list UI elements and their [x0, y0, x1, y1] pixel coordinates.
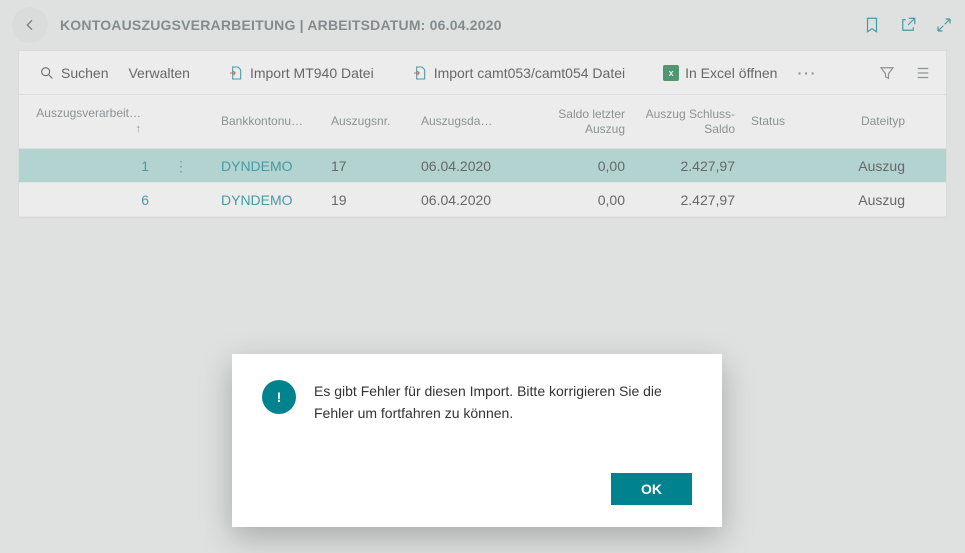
ok-button[interactable]: OK — [611, 473, 692, 505]
import-camt-action[interactable]: Import camt053/camt054 Datei — [406, 61, 631, 85]
row-nr: 19 — [323, 192, 413, 208]
table-row[interactable]: 6 DYNDEMO 19 06.04.2020 0,00 2.427,97 Au… — [19, 183, 946, 217]
row-actions-icon[interactable]: ⋮ — [149, 159, 213, 173]
row-date: 06.04.2020 — [413, 192, 523, 208]
manage-action[interactable]: Verwalten — [122, 61, 195, 85]
col-saldo-prev[interactable]: Saldo letzter Auszug — [523, 101, 633, 143]
row-date: 06.04.2020 — [413, 158, 523, 174]
open-excel-label: In Excel öffnen — [685, 65, 777, 81]
import-mt940-action[interactable]: Import MT940 Datei — [222, 61, 380, 85]
import-camt-label: Import camt053/camt054 Datei — [434, 65, 625, 81]
row-bank[interactable]: DYNDEMO — [213, 192, 323, 208]
row-saldo-prev: 0,00 — [523, 192, 633, 208]
row-id[interactable]: 6 — [19, 192, 149, 208]
col-auszugsverarbeit[interactable]: Auszugsverarbeit… ↑ — [19, 100, 149, 143]
file-import-icon — [228, 65, 244, 81]
file-import-icon — [412, 65, 428, 81]
col-status[interactable]: Status — [743, 108, 813, 135]
search-label: Suchen — [61, 65, 108, 81]
manage-label: Verwalten — [128, 65, 189, 81]
col-dateityp[interactable]: Dateityp — [813, 108, 913, 135]
table-row[interactable]: 1 ⋮ DYNDEMO 17 06.04.2020 0,00 2.427,97 … — [19, 149, 946, 183]
data-grid: Auszugsverarbeit… ↑ Bankkontonu… Auszugs… — [19, 95, 946, 217]
sort-asc-icon: ↑ — [27, 123, 141, 137]
page-header: KONTOAUSZUGSVERARBEITUNG | ARBEITSDATUM:… — [0, 0, 965, 50]
col-bankkonto[interactable]: Bankkontonu… — [213, 108, 323, 135]
row-bank[interactable]: DYNDEMO — [213, 158, 323, 174]
col-saldo-close[interactable]: Auszug Schluss-Saldo — [633, 101, 743, 143]
toolbar-right — [878, 64, 932, 82]
content-card: Suchen Verwalten Import MT940 Datei Impo… — [18, 50, 947, 218]
page-title: KONTOAUSZUGSVERARBEITUNG | ARBEITSDATUM:… — [60, 17, 502, 33]
error-dialog: ! Es gibt Fehler für diesen Import. Bitt… — [232, 354, 722, 527]
search-action[interactable]: Suchen — [33, 61, 114, 85]
list-view-icon[interactable] — [914, 64, 932, 82]
col-auszugsdatum[interactable]: Auszugsda… — [413, 108, 523, 135]
expand-icon[interactable] — [935, 16, 953, 34]
dialog-message: Es gibt Fehler für diesen Import. Bitte … — [314, 380, 692, 425]
row-saldo-close: 2.427,97 — [633, 158, 743, 174]
alert-icon: ! — [262, 380, 296, 414]
row-type: Auszug — [813, 158, 913, 174]
search-icon — [39, 65, 55, 81]
row-type: Auszug — [813, 192, 913, 208]
excel-icon: x — [663, 65, 679, 81]
back-button[interactable] — [12, 7, 48, 43]
more-actions[interactable]: ··· — [791, 65, 823, 81]
row-id[interactable]: 1 — [19, 158, 149, 174]
grid-header: Auszugsverarbeit… ↑ Bankkontonu… Auszugs… — [19, 95, 946, 149]
arrow-left-icon — [22, 17, 38, 33]
header-actions — [863, 16, 953, 34]
row-nr: 17 — [323, 158, 413, 174]
import-mt940-label: Import MT940 Datei — [250, 65, 374, 81]
open-excel-action[interactable]: x In Excel öffnen — [657, 61, 783, 85]
row-saldo-close: 2.427,97 — [633, 192, 743, 208]
page-root: KONTOAUSZUGSVERARBEITUNG | ARBEITSDATUM:… — [0, 0, 965, 553]
row-saldo-prev: 0,00 — [523, 158, 633, 174]
bookmark-icon[interactable] — [863, 16, 881, 34]
col-auszugsnr[interactable]: Auszugsnr. — [323, 108, 413, 135]
filter-icon[interactable] — [878, 64, 896, 82]
toolbar: Suchen Verwalten Import MT940 Datei Impo… — [19, 51, 946, 95]
popout-icon[interactable] — [899, 16, 917, 34]
